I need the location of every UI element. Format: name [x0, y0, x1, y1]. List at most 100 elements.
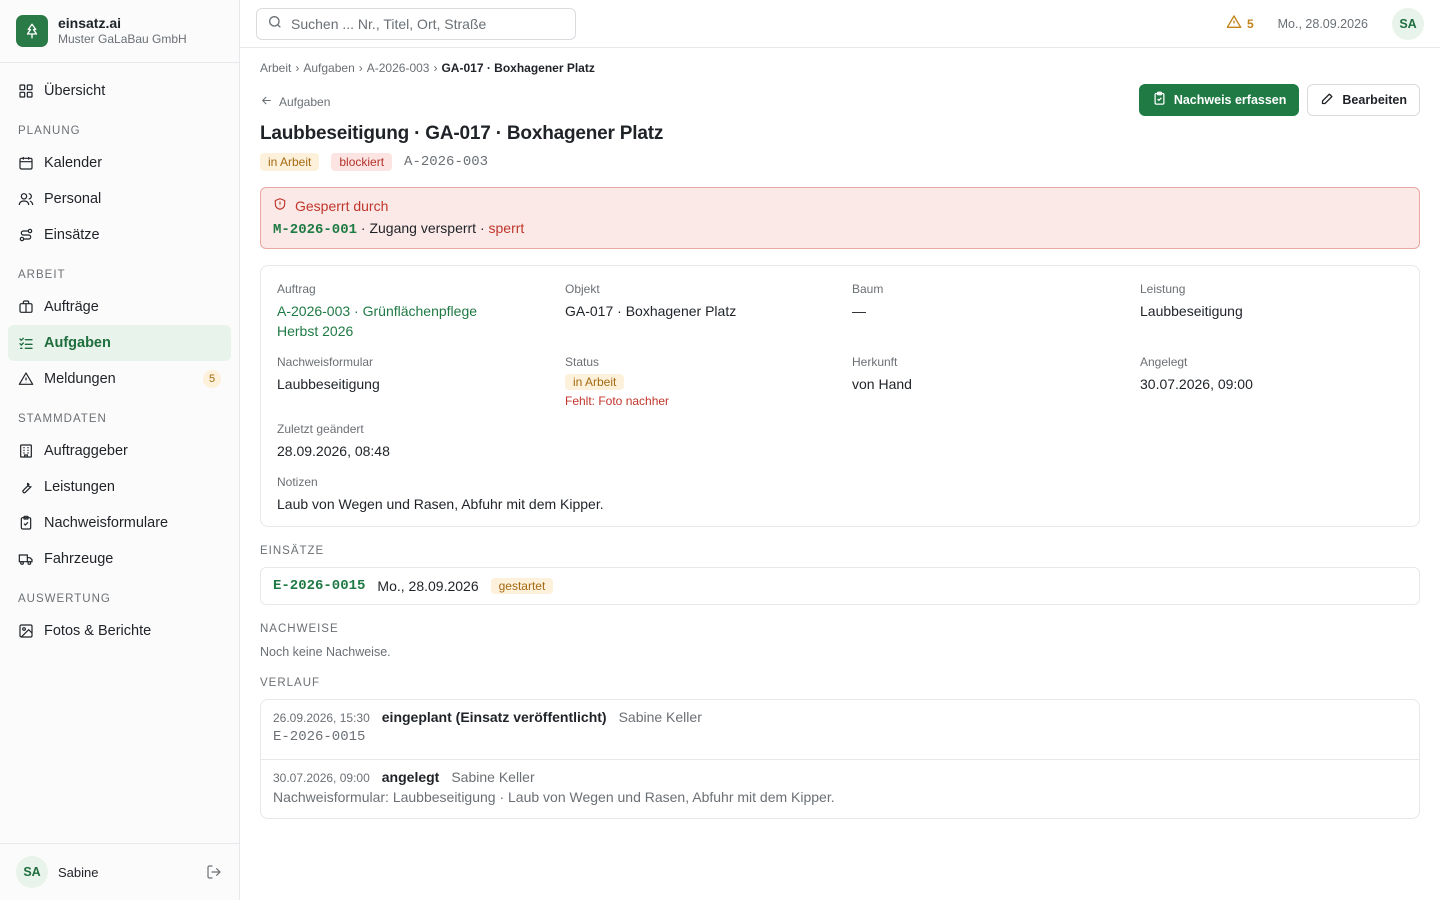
sidebar-item-label: Fotos & Berichte — [44, 623, 152, 639]
user-name: Sabine — [58, 864, 99, 880]
field-label: Leistung — [1140, 282, 1186, 296]
field-auftrag: Auftrag A-2026-003 · Grünflächenpflege H… — [277, 282, 565, 341]
shield-alert-icon — [273, 197, 287, 214]
sidebar-item-einsaetze[interactable]: Einsätze — [8, 217, 231, 253]
section-verlauf-title: VERLAUF — [260, 677, 321, 689]
timeline-entry: 26.09.2026, 15:30 eingeplant (Einsatz ve… — [261, 700, 1419, 759]
field-zuletzt-geaendert: Zuletzt geändert 28.09.2026, 08:48 — [277, 422, 1403, 461]
alerts-count: 5 — [1246, 16, 1254, 31]
logout-icon[interactable] — [205, 863, 223, 881]
entry-time: 26.09.2026, 15:30 — [273, 711, 370, 725]
field-objekt: Objekt GA-017 · Boxhagener Platz — [565, 282, 852, 341]
breadcrumb-item[interactable]: Aufgaben — [303, 61, 354, 75]
brand[interactable]: einsatz.ai Muster GaLaBau GmbH — [0, 0, 239, 63]
bearbeiten-button[interactable]: Bearbeiten — [1307, 84, 1420, 116]
detail-card: Auftrag A-2026-003 · Grünflächenpflege H… — [260, 265, 1420, 527]
warning-icon — [18, 371, 34, 387]
blocked-title: Gesperrt durch — [295, 197, 389, 214]
blocked-reason: · Zugang versperrt · — [357, 220, 489, 236]
arrow-left-icon — [260, 94, 273, 110]
page-title: Laubbeseitigung · GA-017 · Boxhagener Pl… — [260, 123, 664, 144]
grid-icon — [18, 83, 34, 99]
blocked-alert: Gesperrt durch M-2026-001 · Zugang versp… — [260, 187, 1420, 249]
breadcrumb-item[interactable]: Arbeit — [260, 61, 291, 75]
sidebar-item-label: Einsätze — [44, 227, 100, 243]
einsatz-code[interactable]: E-2026-0015 — [273, 578, 365, 594]
nav-section-stammdaten: STAMMDATEN — [18, 413, 107, 425]
clipboard-icon — [18, 515, 34, 531]
field-notizen: Notizen Laub von Wegen und Rasen, Abfuhr… — [277, 475, 1403, 514]
sidebar-item-label: Kalender — [44, 155, 103, 171]
search-input[interactable] — [291, 15, 561, 32]
clipboard-check-icon — [1152, 91, 1167, 109]
search-box[interactable] — [256, 7, 576, 40]
field-status: Status in Arbeit Fehlt: Foto nachher — [565, 355, 852, 408]
app-root: einsatz.ai Muster GaLaBau GmbH Übersicht… — [0, 0, 1440, 900]
field-herkunft: Herkunft von Hand — [852, 355, 1140, 408]
field-value: von Hand — [852, 376, 912, 392]
sidebar-item-nachweisformulare[interactable]: Nachweisformulare — [8, 505, 231, 541]
sidebar-item-auftraege[interactable]: Aufträge — [8, 289, 231, 325]
field-label: Objekt — [565, 282, 600, 296]
checklist-icon — [18, 335, 34, 351]
sidebar-item-meldungen[interactable]: Meldungen 5 — [8, 361, 231, 397]
nachweis-erfassen-button[interactable]: Nachweis erfassen — [1138, 84, 1300, 116]
entry-event: eingeplant (Einsatz veröffentlicht) — [381, 709, 607, 725]
calendar-icon — [18, 155, 34, 171]
blocking-report-link[interactable]: M-2026-001 — [273, 222, 357, 238]
sidebar-item-fahrzeuge[interactable]: Fahrzeuge — [8, 541, 231, 577]
back-link[interactable]: Aufgaben — [260, 94, 663, 110]
order-code: A-2026-003 — [404, 154, 489, 170]
field-label: Status — [565, 355, 600, 369]
sidebar-item-leistungen[interactable]: Leistungen — [8, 469, 231, 505]
briefcase-icon — [18, 299, 34, 315]
alerts-indicator[interactable]: 5 — [1226, 14, 1254, 33]
brand-name: einsatz.ai — [58, 15, 122, 32]
field-label: Baum — [852, 282, 884, 296]
avatar[interactable]: SA — [16, 856, 48, 888]
field-leistung: Leistung Laubbeseitigung — [1140, 282, 1403, 341]
brand-company: Muster GaLaBau GmbH — [58, 32, 187, 47]
topbar: 5 Mo., 28.09.2026 SA — [240, 0, 1440, 48]
sidebar-item-uebersicht[interactable]: Übersicht — [8, 73, 231, 109]
status-badge: gestartet — [490, 578, 554, 594]
einsatz-date: Mo., 28.09.2026 — [377, 578, 479, 594]
content: Arbeit › Aufgaben › A-2026-003 › GA-017 · B… — [240, 48, 1440, 819]
field-value: GA-017 · Boxhagener Platz — [565, 303, 737, 319]
blocked-badge: blockiert — [331, 153, 393, 171]
wrench-icon — [18, 479, 34, 495]
auftrag-link[interactable]: A-2026-003 · Grünflächenpflege Herbst 20… — [277, 301, 517, 341]
sidebar-item-label: Aufgaben — [44, 335, 111, 351]
nav-section-arbeit: ARBEIT — [18, 269, 66, 281]
timeline-entry: 30.07.2026, 09:00 angelegt Sabine Keller… — [261, 759, 1419, 818]
entry-user: Sabine Keller — [451, 769, 535, 785]
missing-note: Fehlt: Foto nachher — [565, 394, 670, 408]
field-value: Laubbeseitigung — [277, 376, 380, 392]
list-item[interactable]: E-2026-0015 Mo., 28.09.2026 gestartet — [260, 567, 1420, 605]
sidebar-item-kalender[interactable]: Kalender — [8, 145, 231, 181]
empty-state: Noch keine Nachweise. — [260, 645, 391, 659]
sidebar-item-fotos-berichte[interactable]: Fotos & Berichte — [8, 613, 231, 649]
field-label: Notizen — [277, 475, 318, 489]
field-value: Laub von Wegen und Rasen, Abfuhr mit dem… — [277, 496, 604, 512]
entry-user: Sabine Keller — [618, 709, 702, 725]
nav-section-auswertung: AUSWERTUNG — [18, 593, 111, 605]
field-baum: Baum — — [852, 282, 1140, 341]
tree-logo-icon — [16, 15, 48, 47]
main: 5 Mo., 28.09.2026 SA Arbeit› Aufgaben› A… — [240, 0, 1440, 900]
warning-icon — [1226, 14, 1242, 33]
field-value: — — [852, 303, 866, 319]
field-label: Angelegt — [1140, 355, 1188, 369]
page-actions: Nachweis erfassen Bearbeiten — [1138, 84, 1420, 171]
sidebar-item-aufgaben[interactable]: Aufgaben — [8, 325, 231, 361]
breadcrumb-item[interactable]: A-2026-003 — [367, 61, 430, 75]
truck-icon — [18, 551, 34, 567]
field-value: Laubbeseitigung — [1140, 303, 1243, 319]
avatar[interactable]: SA — [1392, 7, 1424, 40]
entry-detail: E-2026-0015 — [273, 729, 366, 745]
sidebar-item-personal[interactable]: Personal — [8, 181, 231, 217]
entry-event: angelegt — [381, 769, 440, 785]
route-icon — [18, 227, 34, 243]
sidebar-item-auftraggeber[interactable]: Auftraggeber — [8, 433, 231, 469]
field-label: Nachweisformular — [277, 355, 374, 369]
